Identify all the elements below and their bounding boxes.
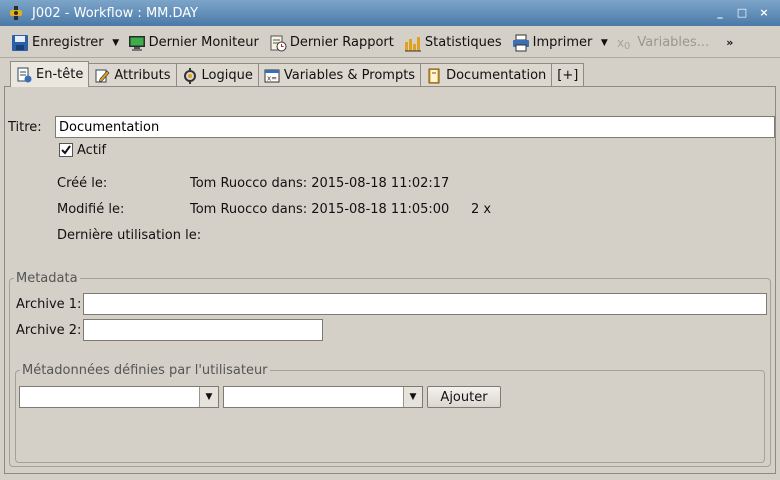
statistics-chart-icon bbox=[404, 36, 421, 51]
save-button[interactable]: Enregistrer bbox=[8, 30, 107, 56]
tab-attributes-label: Attributs bbox=[114, 68, 171, 83]
modified-label: Modifié le: bbox=[57, 202, 125, 217]
tab-logic-label: Logique bbox=[201, 68, 253, 83]
header-document-icon bbox=[17, 67, 32, 82]
minimize-button[interactable]: _ bbox=[712, 4, 728, 20]
maximize-button[interactable]: □ bbox=[734, 4, 750, 20]
last-monitor-button[interactable]: Dernier Moniteur bbox=[125, 30, 262, 56]
toolbar: Enregistrer ▼ Dernier Moniteur Dernier R… bbox=[0, 28, 780, 58]
add-button[interactable]: Ajouter bbox=[427, 386, 501, 408]
tab-variables-prompts-label: Variables & Prompts bbox=[283, 68, 416, 83]
title-label: Titre: bbox=[8, 120, 42, 135]
print-dropdown-arrow[interactable]: ▼ bbox=[599, 30, 609, 56]
save-label: Enregistrer bbox=[32, 35, 104, 50]
created-value: Tom Ruocco dans: 2015-08-18 11:02:17 bbox=[190, 176, 450, 191]
statistics-label: Statistiques bbox=[424, 35, 502, 50]
modified-value: Tom Ruocco dans: 2015-08-18 11:05:00 bbox=[190, 202, 450, 217]
chevron-down-icon[interactable]: ▼ bbox=[199, 387, 218, 407]
tab-add-label: [+] bbox=[557, 68, 579, 83]
metadata-legend: Metadata bbox=[16, 271, 78, 286]
window-title: J002 - Workflow : MM.DAY bbox=[32, 5, 199, 21]
print-button[interactable]: Imprimer bbox=[509, 30, 596, 56]
modified-count: 2 x bbox=[471, 202, 492, 217]
variables-window-icon: x= bbox=[264, 69, 280, 82]
svg-text:x=: x= bbox=[267, 74, 277, 82]
printer-icon bbox=[512, 34, 529, 51]
monitor-icon bbox=[128, 35, 145, 51]
last-used-label: Dernière utilisation le: bbox=[57, 228, 202, 243]
statistics-button[interactable]: Statistiques bbox=[401, 30, 505, 56]
print-label: Imprimer bbox=[532, 35, 593, 50]
variables-label: Variables... bbox=[637, 35, 710, 50]
logic-gear-icon bbox=[183, 67, 196, 84]
tab-header-label: En-tête bbox=[36, 67, 84, 82]
window-titlebar[interactable]: J002 - Workflow : MM.DAY _ □ × bbox=[0, 0, 780, 26]
svg-text:0: 0 bbox=[624, 41, 630, 52]
tab-bar: En-tête Attributs Logique x= Variables &… bbox=[10, 61, 585, 87]
report-clock-icon bbox=[270, 35, 287, 51]
created-label: Créé le: bbox=[57, 176, 108, 191]
floppy-disk-icon bbox=[12, 34, 28, 51]
user-metadata-legend: Métadonnées définies par l'utilisateur bbox=[22, 363, 268, 378]
checkmark-icon bbox=[61, 145, 71, 155]
title-input[interactable] bbox=[55, 116, 775, 138]
save-dropdown-arrow[interactable]: ▼ bbox=[111, 30, 121, 56]
tab-documentation[interactable]: Documentation bbox=[420, 63, 553, 87]
tab-documentation-label: Documentation bbox=[446, 68, 547, 83]
close-button[interactable]: × bbox=[756, 4, 772, 20]
tab-header[interactable]: En-tête bbox=[10, 61, 90, 87]
archive1-label: Archive 1: bbox=[16, 297, 82, 312]
active-checkbox[interactable] bbox=[59, 143, 73, 157]
variables-button[interactable]: x 0 Variables... bbox=[613, 30, 712, 56]
variables-icon: x 0 bbox=[617, 36, 630, 52]
tab-attributes[interactable]: Attributs bbox=[88, 63, 177, 87]
job-icon bbox=[10, 6, 22, 20]
pencil-document-icon bbox=[95, 69, 110, 82]
toolbar-overflow-icon[interactable]: » bbox=[726, 36, 733, 49]
archive1-input[interactable] bbox=[83, 293, 767, 315]
tab-add[interactable]: [+] bbox=[551, 63, 585, 87]
metadata-value-combo[interactable]: ▼ bbox=[223, 386, 423, 408]
last-monitor-label: Dernier Moniteur bbox=[148, 35, 259, 50]
tab-logic[interactable]: Logique bbox=[175, 63, 259, 87]
metadata-key-combo[interactable]: ▼ bbox=[19, 386, 219, 408]
tab-variables-prompts[interactable]: x= Variables & Prompts bbox=[257, 63, 422, 87]
archive2-label: Archive 2: bbox=[16, 323, 82, 338]
user-metadata-group: Métadonnées définies par l'utilisateur bbox=[15, 363, 765, 463]
chevron-down-icon[interactable]: ▼ bbox=[403, 387, 422, 407]
last-report-button[interactable]: Dernier Rapport bbox=[266, 30, 397, 56]
header-panel: Titre: Actif Créé le: Tom Ruocco dans: 2… bbox=[4, 86, 776, 474]
archive2-input[interactable] bbox=[83, 319, 323, 341]
active-label: Actif bbox=[77, 143, 107, 158]
book-icon bbox=[428, 68, 440, 83]
last-report-label: Dernier Rapport bbox=[289, 35, 394, 50]
